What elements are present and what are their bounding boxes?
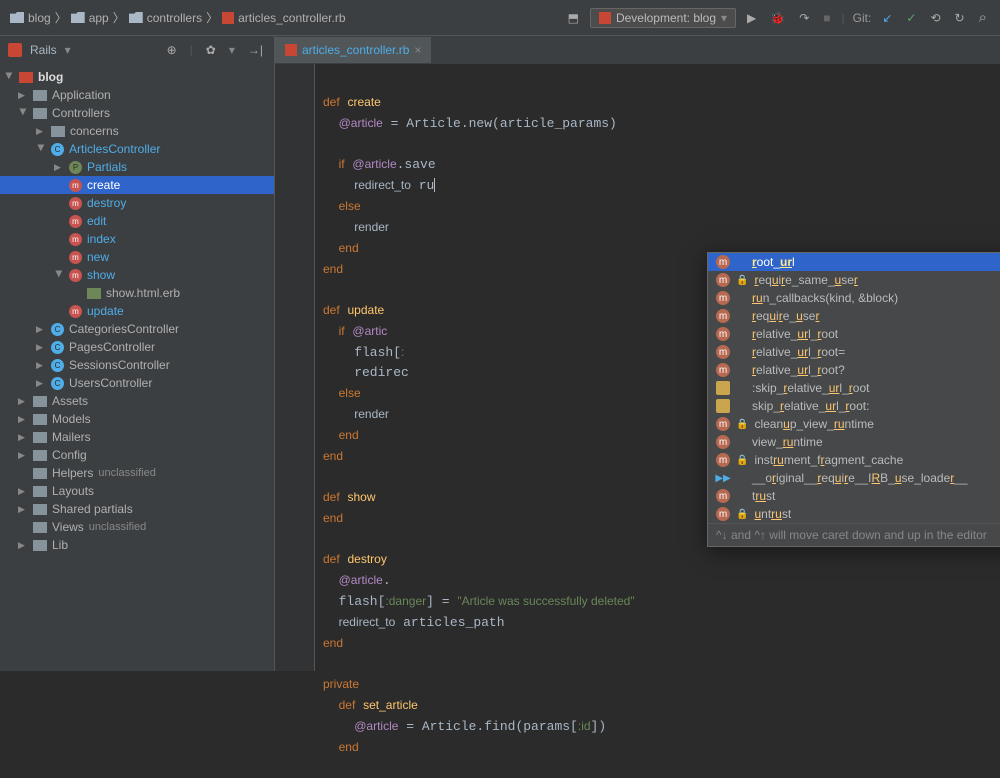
autocomplete-item[interactable]: ▶▶__original__require__IRB_use_loader__O… bbox=[708, 469, 1000, 487]
ruby-icon bbox=[599, 12, 611, 24]
top-toolbar: blog 〉 app 〉 controllers 〉 articles_cont… bbox=[0, 0, 1000, 36]
autocomplete-item[interactable]: mrelative_url_root?included in AbstractC… bbox=[708, 361, 1000, 379]
panel-title: Rails bbox=[30, 43, 57, 57]
method-icon: m bbox=[716, 327, 730, 341]
second-toolbar: Rails ▾ ⊕ | ✿ ▾ →| articles_controller.r… bbox=[0, 36, 1000, 64]
lock-icon: 🔒 bbox=[736, 455, 748, 466]
lock-icon: 🔒 bbox=[736, 419, 748, 430]
autocomplete-item[interactable]: skip_relative_url_root: bbox=[708, 397, 1000, 415]
close-icon[interactable]: × bbox=[414, 43, 421, 57]
git-commit-icon[interactable]: ✓ bbox=[903, 11, 919, 25]
lock-icon: 🔒 bbox=[736, 275, 748, 286]
method-icon: m bbox=[716, 507, 730, 521]
method-icon bbox=[716, 381, 730, 395]
git-update-icon[interactable]: ↙ bbox=[879, 11, 895, 25]
debug-icon[interactable]: 🐞 bbox=[767, 11, 788, 25]
autocomplete-item[interactable]: mview_runtimeActionController::Instrumen… bbox=[708, 433, 1000, 451]
autocomplete-footer: ^↓ and ^↑ will move caret down and up in… bbox=[708, 523, 1000, 546]
search-icon[interactable]: ⌕ bbox=[976, 9, 990, 26]
autocomplete-item[interactable]: mrun_callbacks(kind, &block)ActiveSuppor… bbox=[708, 289, 1000, 307]
autocomplete-item[interactable]: mrequire_userApplicationController bbox=[708, 307, 1000, 325]
tree-method-create[interactable]: ▶mcreate bbox=[0, 176, 274, 194]
project-tree[interactable]: ▶blog ▶Application ▶Controllers ▶concern… bbox=[0, 64, 275, 671]
ruby-file-icon bbox=[285, 44, 297, 56]
run-icon[interactable]: ▶ bbox=[744, 11, 759, 25]
run-config-dropdown[interactable]: Development: blog ▾ bbox=[590, 8, 736, 28]
method-icon: m bbox=[716, 291, 730, 305]
method-icon: m bbox=[716, 309, 730, 323]
autocomplete-item[interactable]: :skip_relative_url_root bbox=[708, 379, 1000, 397]
ruby-file-icon bbox=[222, 12, 234, 24]
autocomplete-item[interactable]: m🔒cleanup_view_runtimeActionController::… bbox=[708, 415, 1000, 433]
autocomplete-item[interactable]: mtrustObject bbox=[708, 487, 1000, 505]
autocomplete-item[interactable]: mrelative_url_rootincluded in AbstractCo… bbox=[708, 325, 1000, 343]
git-revert-icon[interactable]: ↻ bbox=[952, 11, 968, 25]
gutter bbox=[275, 64, 315, 671]
method-icon: m bbox=[716, 489, 730, 503]
breadcrumb[interactable]: blog 〉 app 〉 controllers 〉 articles_cont… bbox=[10, 9, 559, 26]
git-history-icon[interactable]: ⟲ bbox=[927, 11, 943, 25]
folder-icon bbox=[129, 12, 143, 23]
method-icon: m bbox=[716, 453, 730, 467]
method-icon bbox=[716, 399, 730, 413]
method-icon: m bbox=[716, 255, 730, 269]
build-icon[interactable]: ⬒ bbox=[565, 11, 582, 25]
minimize-icon[interactable]: →| bbox=[245, 43, 266, 57]
method-icon: m bbox=[716, 345, 730, 359]
autocomplete-item[interactable]: m🔒instrument_fragment_cacheActionControl… bbox=[708, 451, 1000, 469]
autocomplete-item[interactable]: m🔒require_same_userArticlesController bbox=[708, 271, 1000, 289]
autocomplete-item[interactable]: m🔒untrustObject bbox=[708, 505, 1000, 523]
lock-icon: 🔒 bbox=[736, 509, 748, 520]
autocomplete-item[interactable]: mroot_urlArticlesController bbox=[708, 253, 1000, 271]
editor-tab[interactable]: articles_controller.rb × bbox=[275, 37, 432, 63]
rails-icon bbox=[8, 43, 22, 57]
autocomplete-item[interactable]: mrelative_url_root=included in AbstractC… bbox=[708, 343, 1000, 361]
autocomplete-popup[interactable]: mroot_urlArticlesControllerm🔒require_sam… bbox=[707, 252, 1000, 547]
folder-icon bbox=[10, 12, 24, 23]
method-icon: ▶▶ bbox=[716, 471, 730, 485]
stop-icon[interactable]: ■ bbox=[820, 11, 833, 25]
folder-icon bbox=[71, 12, 85, 23]
gear-icon[interactable]: ✿ bbox=[203, 43, 219, 57]
coverage-icon[interactable]: ↷ bbox=[796, 11, 812, 25]
target-icon[interactable]: ⊕ bbox=[164, 43, 180, 57]
code-editor[interactable]: def create @article = Article.new(articl… bbox=[275, 64, 1000, 671]
method-icon: m bbox=[716, 417, 730, 431]
method-icon: m bbox=[716, 363, 730, 377]
method-icon: m bbox=[716, 273, 730, 287]
method-icon: m bbox=[716, 435, 730, 449]
